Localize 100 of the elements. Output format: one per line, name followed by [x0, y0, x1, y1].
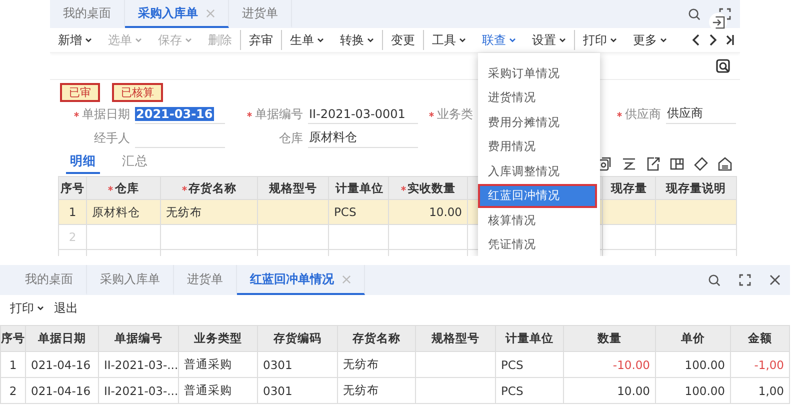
field-value: 供应商 [666, 105, 704, 122]
column-header: 现存量 [603, 177, 656, 200]
copy-icon[interactable] [598, 157, 612, 171]
table-cell: 0301 [258, 352, 338, 378]
table-cell: -10.00 [564, 352, 656, 378]
field-label: 经手人 [94, 130, 130, 146]
column-header: 实收数量 [389, 177, 468, 200]
table-cell: II-2021-03-... [99, 352, 179, 378]
column-header: 仓库 [87, 177, 161, 200]
previous-icon[interactable] [692, 34, 700, 46]
table-cell: 普通采购 [179, 378, 258, 404]
table-cell: II-2021-03-... [99, 378, 179, 404]
caret-icon [509, 38, 516, 42]
table-cell: -1,00 [731, 352, 790, 378]
menu-item[interactable]: 进货情况 [478, 86, 600, 110]
toolbar-button[interactable]: 设置 [524, 30, 574, 50]
toolbar-button[interactable]: 变更 [382, 30, 423, 50]
toolbar-button[interactable]: 打印 [5, 298, 49, 318]
caret-icon [459, 38, 466, 42]
table-cell: PCS [329, 200, 389, 225]
toolbar-button[interactable]: 退出 [49, 298, 83, 318]
column-header: 业务类型 [179, 326, 258, 352]
field-value: 2021-03-16 [135, 106, 214, 120]
toolbar-button[interactable]: 弃审 [240, 30, 281, 50]
table-cell: 普通采购 [179, 352, 258, 378]
column-header: 序号 [1, 326, 26, 352]
column-header: 金额 [731, 326, 790, 352]
column-header: 存货名称 [161, 177, 258, 200]
preview-icon[interactable] [716, 59, 730, 73]
input-field[interactable]: II-2021-03-0001 [308, 104, 418, 124]
grid-icon[interactable] [670, 157, 684, 171]
next-icon[interactable] [709, 34, 717, 46]
tab[interactable]: 汇总 [118, 150, 152, 174]
filter-icon[interactable] [622, 157, 636, 171]
caret-icon [85, 38, 92, 42]
field-value: 原材料仓 [308, 129, 358, 146]
caret-icon [559, 38, 566, 42]
eraser-icon[interactable] [694, 157, 708, 171]
field-label: 供应商 [625, 106, 661, 122]
column-header: 现存量说明 [656, 177, 737, 200]
menu-item[interactable]: 核算情况 [478, 208, 600, 232]
export-icon[interactable] [646, 157, 660, 171]
close-icon[interactable] [769, 274, 781, 286]
search-icon[interactable] [688, 8, 701, 20]
caret-icon [135, 38, 142, 42]
menu-item[interactable]: 费用情况 [478, 134, 600, 159]
menu-item[interactable]: 红蓝回冲情况 [478, 184, 597, 208]
caret-icon [37, 306, 44, 310]
caret-icon [660, 38, 667, 42]
column-header: 计量单位 [496, 326, 564, 352]
table-cell: 2 [1, 378, 26, 404]
column-header: 单据日期 [26, 326, 99, 352]
fullscreen-icon[interactable] [719, 8, 731, 20]
toolbar-button[interactable]: 新增 [50, 30, 100, 50]
menu-item[interactable]: 凭证情况 [478, 232, 600, 256]
column-header: 计量单位 [329, 177, 389, 200]
column-header: 单据编号 [99, 326, 179, 352]
column-header: 存货名称 [338, 326, 416, 352]
table-cell: 无纺布 [161, 200, 258, 225]
menu-item[interactable]: 入库调整情况 [478, 159, 600, 184]
toolbar-button[interactable]: 打印 [574, 30, 625, 50]
table-cell: PCS [496, 352, 564, 378]
tab[interactable]: 明细 [66, 150, 100, 174]
table-cell: 1 [1, 352, 26, 378]
input-field[interactable]: 供应商 [666, 104, 736, 124]
menu-item[interactable]: 费用分摊情况 [478, 110, 600, 134]
toolbar-button[interactable]: 转换 [332, 30, 382, 50]
warehouse-icon[interactable] [718, 157, 732, 171]
toolbar-button[interactable]: 联查 [474, 30, 524, 50]
column-header: 规格型号 [258, 177, 329, 200]
table-cell: 1,00 [731, 378, 790, 404]
toolbar-button[interactable]: 工具 [423, 30, 474, 50]
table-cell: 无纺布 [338, 378, 416, 404]
column-header: 序号 [59, 177, 87, 200]
field-value: II-2021-03-0001 [308, 106, 406, 120]
table-cell: 021-04-16 [26, 378, 99, 404]
table-cell: PCS [496, 378, 564, 404]
input-field[interactable]: 2021-03-16 [135, 104, 225, 124]
table-cell: 100.00 [656, 378, 731, 404]
toolbar-button[interactable]: 生单 [281, 30, 332, 50]
field-label: 单据日期 [82, 106, 130, 122]
column-header: 单价 [656, 326, 731, 352]
menu-item[interactable]: 采购订单情况 [478, 61, 600, 86]
exit-icon[interactable] [712, 16, 724, 28]
table-cell: 100.00 [656, 352, 731, 378]
fullscreen-icon[interactable] [739, 274, 751, 286]
column-header: 规格型号 [416, 326, 496, 352]
search-icon[interactable] [708, 274, 721, 286]
table-cell: 无纺布 [338, 352, 416, 378]
field-label: 业务类 [437, 106, 473, 122]
toolbar-button[interactable]: 更多 [625, 30, 675, 50]
caret-icon [317, 38, 324, 42]
input-field[interactable]: 原材料仓 [308, 128, 418, 148]
status-badge: 已审 [60, 83, 100, 102]
status-badge: 已核算 [112, 83, 163, 102]
caret-icon [185, 38, 192, 42]
caret-icon [367, 38, 374, 42]
field-label: 仓库 [279, 130, 303, 146]
table-cell: 原材料仓 [87, 200, 161, 225]
last-icon[interactable] [726, 34, 734, 46]
